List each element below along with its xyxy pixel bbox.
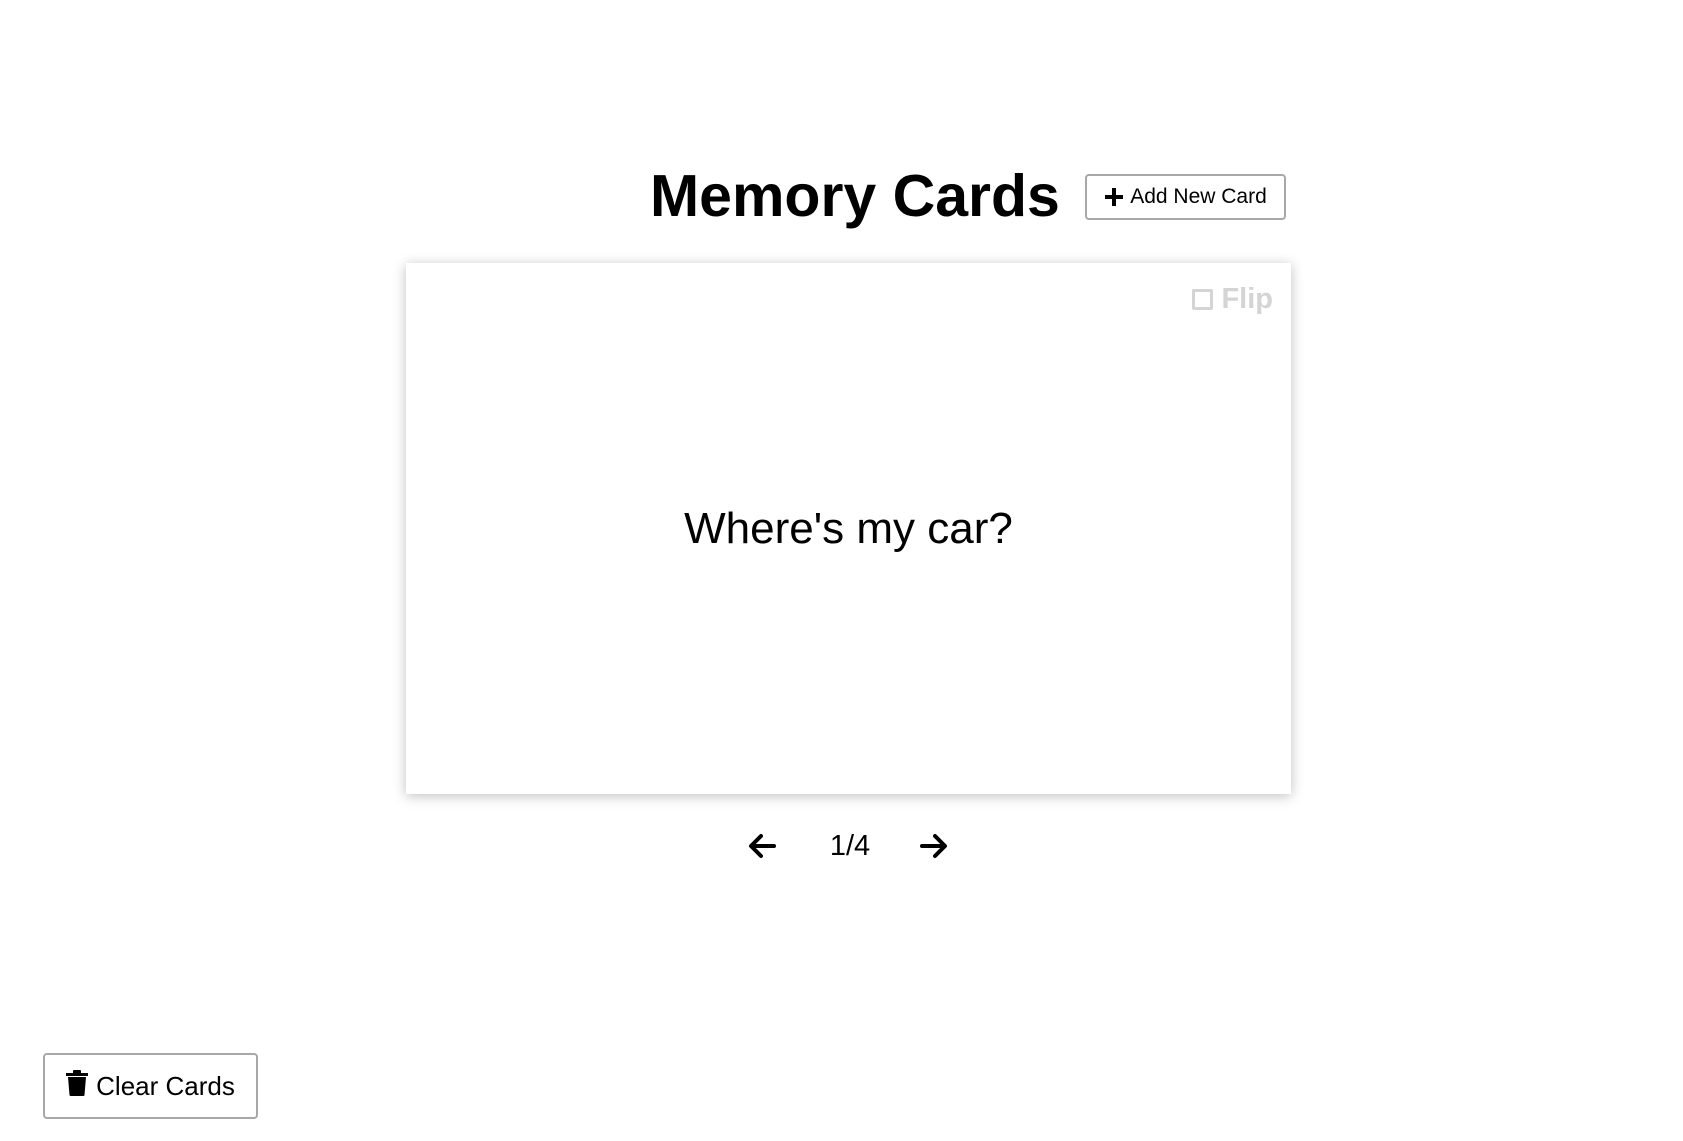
- page: Memory Cards Add New Card Flip Where's m…: [0, 0, 1683, 1141]
- arrow-right-icon: [920, 834, 947, 858]
- add-new-card-button[interactable]: Add New Card: [1085, 174, 1286, 220]
- add-new-card-label: Add New Card: [1130, 185, 1267, 208]
- next-card-button[interactable]: [916, 828, 952, 864]
- trash-icon: [66, 1069, 89, 1103]
- prev-card-button[interactable]: [744, 828, 780, 864]
- memory-card[interactable]: Flip Where's my car?: [406, 263, 1291, 794]
- card-question: Where's my car?: [684, 503, 1013, 553]
- clear-cards-button[interactable]: Clear Cards: [43, 1053, 258, 1119]
- card-navigation: 1/4: [0, 822, 1683, 870]
- card-counter: 1/4: [829, 830, 871, 862]
- header: Memory Cards Add New Card: [0, 160, 1683, 232]
- clear-cards-label: Clear Cards: [96, 1070, 235, 1101]
- arrow-left-icon: [749, 834, 776, 858]
- page-title: Memory Cards: [650, 163, 1060, 229]
- plus-icon: [1104, 187, 1124, 207]
